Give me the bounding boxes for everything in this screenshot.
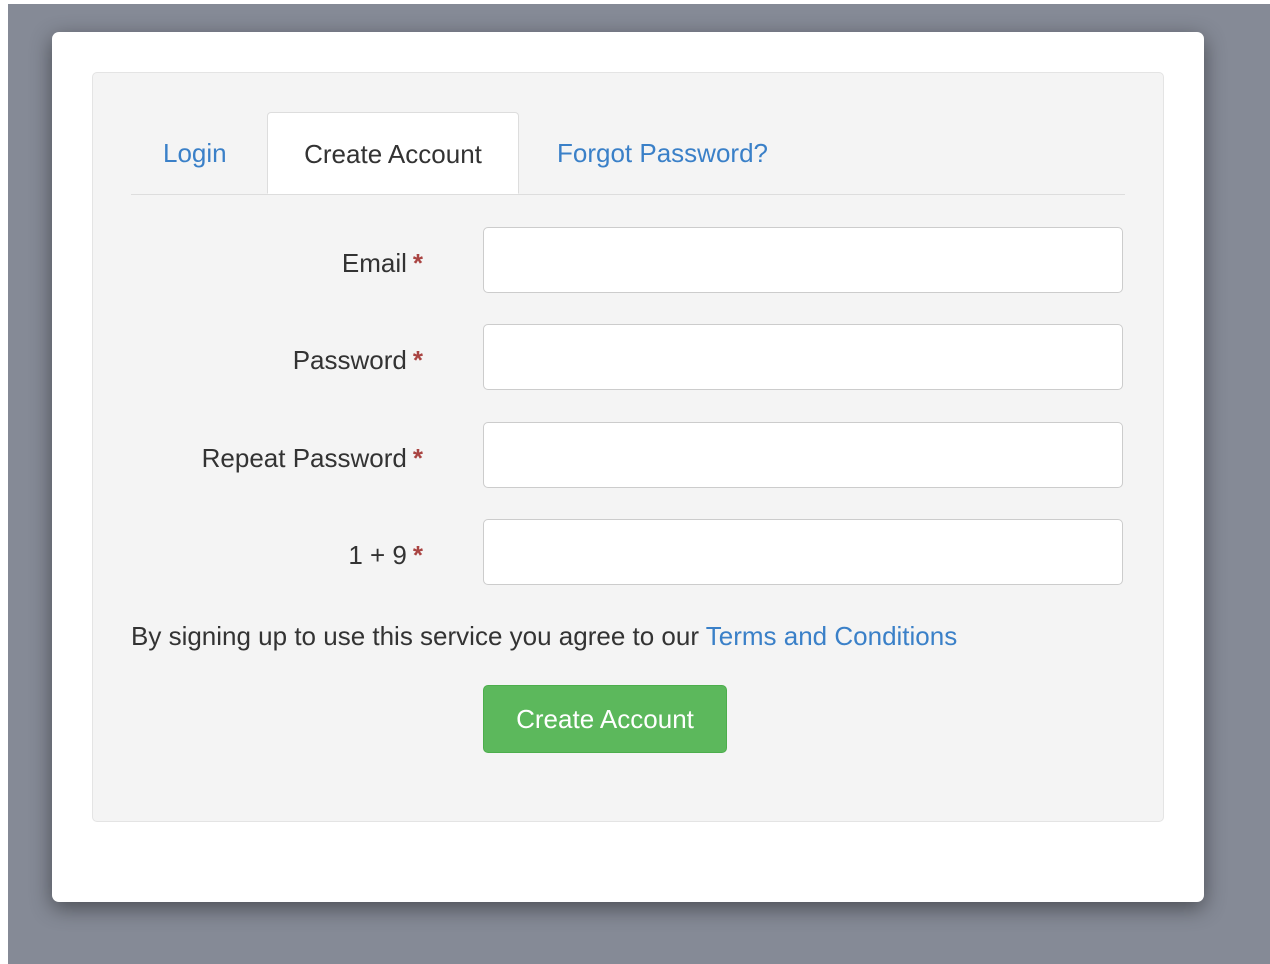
password-field[interactable] [483, 324, 1123, 390]
password-label: Password * [292, 345, 423, 375]
tab-forgot-password[interactable]: Forgot Password? [557, 112, 768, 194]
captcha-row: 1 + 9 * [131, 519, 1125, 587]
terms-link[interactable]: Terms and Conditions [706, 621, 957, 651]
password-row: Password * [131, 324, 1125, 392]
account-panel: Login Create Account Forgot Password? Em… [92, 72, 1164, 822]
required-marker: * [412, 540, 423, 570]
create-account-button[interactable]: Create Account [483, 685, 727, 753]
tab-login[interactable]: Login [163, 112, 227, 194]
captcha-field[interactable] [483, 519, 1123, 585]
email-field[interactable] [483, 227, 1123, 293]
account-tabs: Login Create Account Forgot Password? [131, 112, 1125, 195]
captcha-label: 1 + 9 * [348, 540, 423, 570]
email-row: Email * [131, 227, 1125, 295]
tab-create-account[interactable]: Create Account [267, 112, 519, 194]
repeat-password-field[interactable] [483, 422, 1123, 488]
required-marker: * [412, 345, 423, 375]
repeat-password-row: Repeat Password * [131, 422, 1125, 490]
required-marker: * [412, 443, 423, 473]
repeat-password-label: Repeat Password * [201, 443, 423, 473]
terms-notice: By signing up to use this service you ag… [131, 621, 958, 651]
create-account-modal: Login Create Account Forgot Password? Em… [52, 32, 1204, 902]
email-label: Email * [341, 248, 423, 278]
required-marker: * [412, 248, 423, 278]
